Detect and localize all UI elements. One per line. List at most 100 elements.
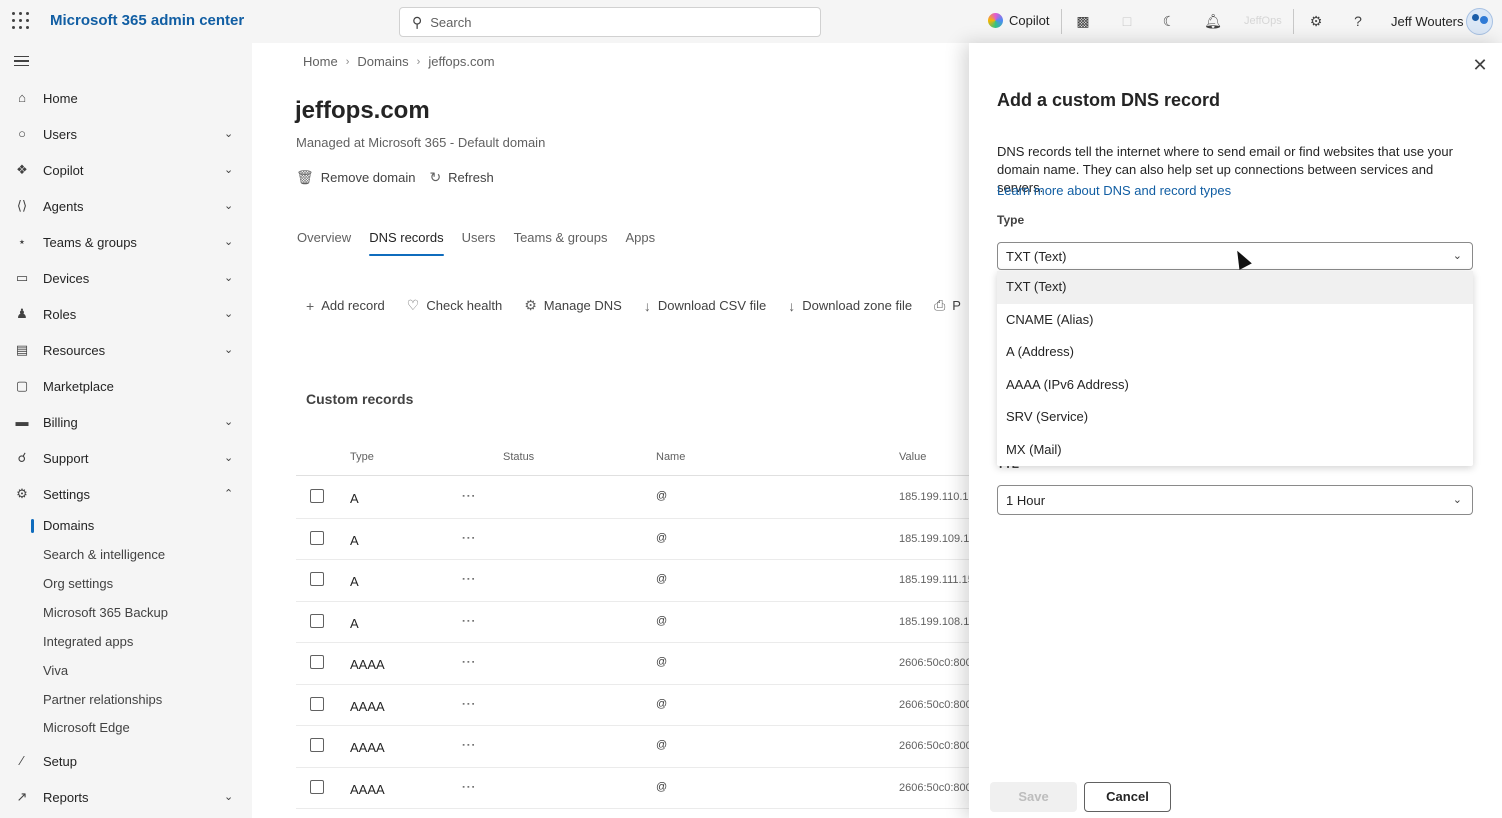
table-row[interactable]: A ⋮ @ 185.199.108.15 — [296, 602, 996, 643]
save-button[interactable]: Save — [990, 782, 1077, 812]
type-option[interactable]: TXT (Text) — [997, 271, 1473, 304]
copilot-icon — [988, 13, 1003, 28]
tab-dns-records[interactable]: DNS records — [369, 230, 445, 258]
bell-icon[interactable]: 🔔︎ — [1204, 12, 1222, 30]
sidebar-item-reports[interactable]: ↗ Reports ⌄ — [0, 779, 252, 815]
sidebar-subitem-partner-relationships[interactable]: Partner relationships — [43, 689, 162, 711]
sidebar-item-copilot[interactable]: ❖ Copilot ⌄ — [0, 152, 252, 188]
user-name[interactable]: Jeff Wouters — [1391, 14, 1464, 29]
sidebar-item-settings[interactable]: ⚙ Settings ⌃ — [0, 476, 252, 512]
type-option[interactable]: AAAA (IPv6 Address) — [997, 369, 1473, 402]
sidebar-subitem-backup[interactable]: Microsoft 365 Backup — [43, 602, 168, 624]
help-icon[interactable]: ? — [1349, 12, 1367, 30]
sidebar-item-support[interactable]: ☌ Support ⌄ — [0, 440, 252, 476]
tab-teams-groups[interactable]: Teams & groups — [514, 230, 608, 258]
avatar[interactable] — [1466, 8, 1493, 35]
row-checkbox[interactable] — [310, 572, 324, 586]
app-title[interactable]: Microsoft 365 admin center — [50, 12, 244, 29]
app-launcher-icon[interactable] — [12, 12, 30, 30]
sidebar-item-users[interactable]: ○ Users ⌄ — [0, 116, 252, 152]
table-row[interactable]: AAAA ⋮ @ 2606:50c0:800 — [296, 685, 996, 726]
more-options-icon[interactable]: ⋮ — [461, 614, 477, 628]
tab-overview[interactable]: Overview — [297, 230, 351, 258]
manage-dns-button[interactable]: ⚙ Manage DNS — [524, 297, 622, 314]
chevron-down-icon: ⌄ — [224, 164, 234, 176]
sidebar-subitem-viva[interactable]: Viva — [43, 660, 68, 682]
search-input[interactable]: ⚲ Search — [399, 7, 821, 37]
cancel-button[interactable]: Cancel — [1084, 782, 1171, 812]
dark-mode-icon[interactable]: ☾ — [1160, 12, 1178, 30]
chevron-down-icon: ⌄ — [224, 308, 234, 320]
org-label: JeffOps — [1244, 15, 1282, 27]
table-row[interactable]: A ⋮ @ 185.199.111.15 — [296, 560, 996, 602]
learn-more-link[interactable]: Learn more about DNS and record types — [997, 183, 1231, 198]
type-option[interactable]: SRV (Service) — [997, 401, 1473, 434]
print-button[interactable]: ⎙ P — [934, 297, 961, 314]
more-options-icon[interactable]: ⋮ — [461, 780, 477, 794]
chevron-down-icon: ⌄ — [224, 791, 234, 803]
chevron-down-icon: ⌄ — [224, 236, 234, 248]
column-header-value[interactable]: Value — [899, 451, 926, 463]
column-header-type[interactable]: Type — [350, 451, 374, 463]
sidebar-item-teams-groups[interactable]: ⋆ Teams & groups ⌄ — [0, 224, 252, 260]
row-checkbox[interactable] — [310, 779, 324, 794]
gear-icon: ⚙ — [524, 297, 537, 313]
gear-icon[interactable]: ⚙ — [1307, 12, 1325, 30]
sidebar-item-setup[interactable]: ∕ Setup — [0, 743, 252, 779]
menu-icon[interactable] — [14, 56, 29, 66]
gear-icon: ⚙ — [16, 486, 28, 501]
close-icon[interactable]: ✕ — [1472, 56, 1488, 74]
sidebar-item-marketplace[interactable]: ▢ Marketplace — [0, 368, 252, 404]
type-option[interactable]: MX (Mail) — [997, 434, 1473, 467]
add-record-button[interactable]: + Add record — [306, 298, 385, 314]
remove-domain-button[interactable]: 🗑︎ Remove domain — [296, 169, 415, 186]
sidebar-subitem-search-intelligence[interactable]: Search & intelligence — [43, 544, 165, 566]
heart-icon: ♡ — [406, 297, 420, 313]
more-options-icon[interactable]: ⋮ — [461, 655, 477, 669]
tab-apps[interactable]: Apps — [626, 230, 656, 258]
sidebar-item-billing[interactable]: ▬ Billing ⌄ — [0, 404, 252, 440]
sidebar-item-devices[interactable]: ▭ Devices ⌄ — [0, 260, 252, 296]
column-header-status[interactable]: Status — [503, 451, 534, 463]
table-row[interactable]: A ⋮ @ 185.199.110.15 — [296, 477, 996, 519]
table-row[interactable]: AAAA ⋮ @ 2606:50c0:800: — [296, 726, 996, 768]
refresh-button[interactable]: ↻ Refresh — [429, 169, 493, 186]
tab-users[interactable]: Users — [462, 230, 496, 258]
more-options-icon[interactable]: ⋮ — [461, 489, 477, 503]
table-row[interactable]: A ⋮ @ 185.199.109.15 — [296, 519, 996, 560]
row-checkbox[interactable] — [310, 530, 324, 545]
copilot-button[interactable]: Copilot — [988, 13, 1049, 28]
table-row[interactable]: AAAA ⋮ @ 2606:50c0:800: — [296, 768, 996, 809]
more-options-icon[interactable]: ⋮ — [461, 531, 477, 545]
row-checkbox[interactable] — [310, 655, 324, 669]
type-option[interactable]: CNAME (Alias) — [997, 304, 1473, 337]
download-csv-button[interactable]: ↓ Download CSV file — [644, 298, 766, 314]
terminal-icon[interactable]: ▩ — [1074, 12, 1092, 30]
more-options-icon[interactable]: ⋮ — [461, 738, 477, 752]
ttl-dropdown[interactable]: 1 Hour ⌄ — [997, 485, 1473, 515]
chevron-down-icon: ⌄ — [224, 272, 234, 284]
more-options-icon[interactable]: ⋮ — [461, 697, 477, 711]
sidebar-subitem-integrated-apps[interactable]: Integrated apps — [43, 631, 133, 653]
sidebar-item-home[interactable]: ⌂ Home — [0, 80, 252, 116]
type-option[interactable]: A (Address) — [997, 336, 1473, 369]
type-selected-value: TXT (Text) — [1006, 249, 1067, 264]
sidebar-item-roles[interactable]: ♟ Roles ⌄ — [0, 296, 252, 332]
more-options-icon[interactable]: ⋮ — [461, 572, 477, 586]
breadcrumb-home[interactable]: Home — [303, 54, 338, 69]
row-checkbox[interactable] — [310, 738, 324, 752]
sidebar-subitem-domains[interactable]: Domains — [43, 515, 94, 537]
table-row[interactable]: AAAA ⋮ @ 2606:50c0:800 — [296, 643, 996, 685]
row-checkbox[interactable] — [310, 696, 324, 711]
sidebar-item-agents[interactable]: ⟨⟩ Agents ⌄ — [0, 188, 252, 224]
row-type: A — [350, 615, 359, 631]
breadcrumb-domains[interactable]: Domains — [357, 54, 408, 69]
row-checkbox[interactable] — [310, 613, 324, 628]
row-checkbox[interactable] — [310, 489, 324, 503]
sidebar-item-resources[interactable]: ▤ Resources ⌄ — [0, 332, 252, 368]
sidebar-subitem-org-settings[interactable]: Org settings — [43, 573, 113, 595]
column-header-name[interactable]: Name — [656, 451, 685, 463]
check-health-button[interactable]: ♡ Check health — [407, 297, 502, 314]
download-zone-button[interactable]: ↓ Download zone file — [788, 298, 912, 314]
sidebar-subitem-edge[interactable]: Microsoft Edge — [43, 717, 130, 739]
